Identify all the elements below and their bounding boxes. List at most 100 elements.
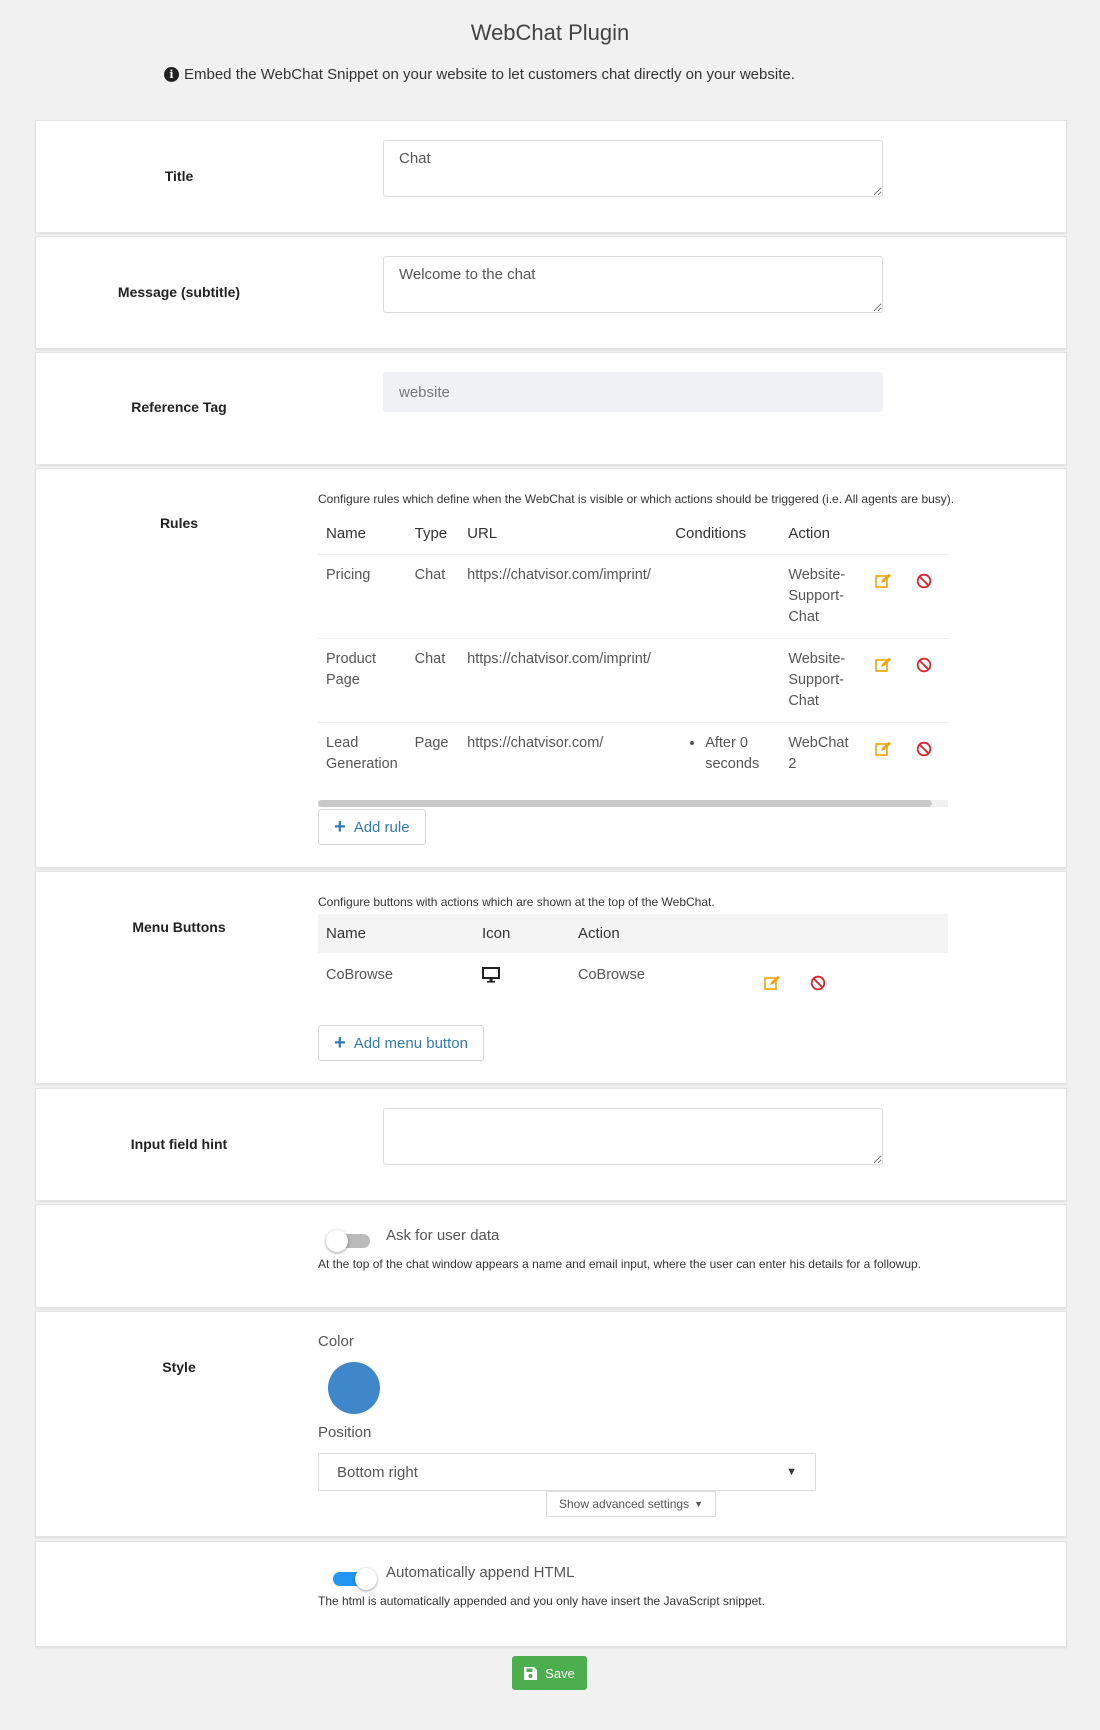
reference-tag-input: [383, 372, 883, 412]
col-name: Name: [326, 525, 367, 542]
position-select[interactable]: Bottom right ▼: [318, 1453, 816, 1491]
position-label: Position: [318, 1424, 372, 1441]
add-menu-button[interactable]: + Add menu button: [318, 1025, 484, 1061]
add-rule-button[interactable]: + Add rule: [318, 809, 426, 845]
plus-icon: +: [334, 816, 346, 838]
condition-item: After 0 seconds: [705, 733, 772, 775]
conditions-list: After 0 seconds: [675, 733, 772, 775]
delete-cell: [802, 953, 948, 1009]
ask-user-data-description: At the top of the chat window appears a …: [318, 1257, 922, 1271]
intro-text: i Embed the WebChat Snippet on your webs…: [164, 66, 795, 83]
add-menu-button-label: Add menu button: [353, 1034, 468, 1052]
caret-down-icon: ▼: [786, 1466, 797, 1478]
style-label: Style: [162, 1359, 196, 1375]
append-html-card: Automatically append HTML The html is au…: [35, 1541, 1067, 1647]
ask-user-data-toggle[interactable]: [326, 1230, 370, 1252]
floppy-icon: [524, 1666, 538, 1680]
advanced-label: Show advanced settings: [559, 1497, 690, 1511]
menu-buttons-card: Menu Buttons Configure buttons with acti…: [35, 871, 1067, 1084]
rule-conditions: After 0 seconds: [667, 722, 781, 793]
col-type: Type: [414, 525, 448, 542]
edit-icon[interactable]: [875, 573, 897, 589]
edit-cell: [867, 722, 908, 793]
col-delete: [802, 914, 948, 953]
rule-type: Page: [406, 722, 460, 793]
title-card: Title Chat: [35, 120, 1067, 233]
rule-name: Pricing: [318, 554, 407, 639]
rule-action: WebChat 2: [780, 722, 868, 793]
style-card: Style Color Position Bottom right ▼ Show…: [35, 1311, 1067, 1537]
delete-icon[interactable]: [916, 573, 938, 589]
delete-icon[interactable]: [916, 741, 938, 757]
caret-down-icon: ▼: [694, 1499, 704, 1509]
rules-label: Rules: [159, 515, 199, 531]
subtitle-label: Message (subtitle): [117, 284, 241, 300]
toggle-knob: [355, 1568, 377, 1590]
monitor-icon: [482, 967, 500, 987]
append-html-label: Automatically append HTML: [386, 1564, 575, 1581]
rule-url: https://chatvisor.com/: [459, 722, 668, 793]
append-html-description: The html is automatically appended and y…: [318, 1594, 765, 1608]
save-label: Save: [545, 1665, 575, 1681]
icon-cell: [474, 953, 570, 1009]
rule-type: Chat: [406, 638, 460, 723]
edit-cell: [756, 953, 802, 1009]
col-conditions: Conditions: [675, 525, 747, 542]
edit-icon[interactable]: [875, 741, 897, 757]
rule-action: Website-Support-Chat: [780, 638, 868, 723]
col-icon: Icon: [474, 914, 570, 953]
menu-button-name: CoBrowse: [326, 967, 393, 983]
table-row: Pricing Chat https://chatvisor.com/impri…: [318, 554, 948, 639]
color-swatch[interactable]: [328, 1362, 380, 1414]
subtitle-card: Message (subtitle) Welcome to the chat: [35, 236, 1067, 349]
col-edit: [867, 511, 907, 555]
col-edit: [756, 914, 802, 953]
rules-header-row: Name Type URL Conditions Action: [318, 511, 948, 555]
append-html-toggle[interactable]: [333, 1568, 377, 1590]
plus-icon: +: [334, 1032, 346, 1054]
save-button[interactable]: Save: [512, 1656, 587, 1690]
edit-icon[interactable]: [875, 657, 897, 673]
edit-cell: [867, 638, 908, 723]
input-field-hint-input[interactable]: [383, 1108, 883, 1165]
hint-label: Input field hint: [130, 1136, 228, 1152]
menu-buttons-label: Menu Buttons: [132, 919, 226, 935]
intro-label: Embed the WebChat Snippet on your websit…: [184, 66, 795, 83]
rule-name: Product Page: [318, 638, 407, 723]
rule-name: Lead Generation: [318, 722, 407, 793]
col-action: Action: [570, 914, 756, 953]
position-value: Bottom right: [337, 1463, 418, 1481]
rule-action: Website-Support-Chat: [780, 554, 868, 639]
reference-card: Reference Tag: [35, 352, 1067, 465]
rule-conditions: [667, 638, 781, 723]
hint-card: Input field hint: [35, 1088, 1067, 1201]
rules-description: Configure rules which define when the We…: [318, 492, 955, 506]
col-name: Name: [318, 914, 474, 953]
menu-button-action: CoBrowse: [578, 967, 645, 983]
menu-buttons-description: Configure buttons with actions which are…: [318, 895, 715, 909]
rule-url: https://chatvisor.com/imprint/: [459, 638, 668, 723]
delete-cell: [907, 722, 948, 793]
scrollbar-thumb[interactable]: [318, 800, 932, 807]
table-row: CoBrowse CoBrowse: [318, 953, 948, 1009]
add-rule-label: Add rule: [353, 818, 410, 836]
subtitle-input[interactable]: Welcome to the chat: [383, 256, 883, 313]
ask-user-data-label: Ask for user data: [386, 1227, 500, 1244]
rule-type: Chat: [406, 554, 460, 639]
title-label: Title: [164, 168, 194, 184]
table-row: Product Page Chat https://chatvisor.com/…: [318, 638, 948, 723]
menu-buttons-table: Name Icon Action CoBrowse CoBrowse: [318, 914, 948, 1009]
delete-cell: [907, 638, 948, 723]
delete-icon[interactable]: [810, 975, 832, 991]
title-input[interactable]: Chat: [383, 140, 883, 197]
rules-table: Name Type URL Conditions Action Pricing …: [318, 511, 948, 793]
delete-icon[interactable]: [916, 657, 938, 673]
table-row: Lead Generation Page https://chatvisor.c…: [318, 722, 948, 793]
rules-card: Rules Configure rules which define when …: [35, 468, 1067, 868]
menu-header-row: Name Icon Action: [318, 914, 948, 953]
rule-url: https://chatvisor.com/imprint/: [459, 554, 668, 639]
table-scrollbar[interactable]: [318, 800, 948, 807]
show-advanced-settings-button[interactable]: Show advanced settings ▼: [546, 1491, 717, 1517]
edit-icon[interactable]: [764, 975, 786, 991]
reference-label: Reference Tag: [131, 399, 227, 415]
